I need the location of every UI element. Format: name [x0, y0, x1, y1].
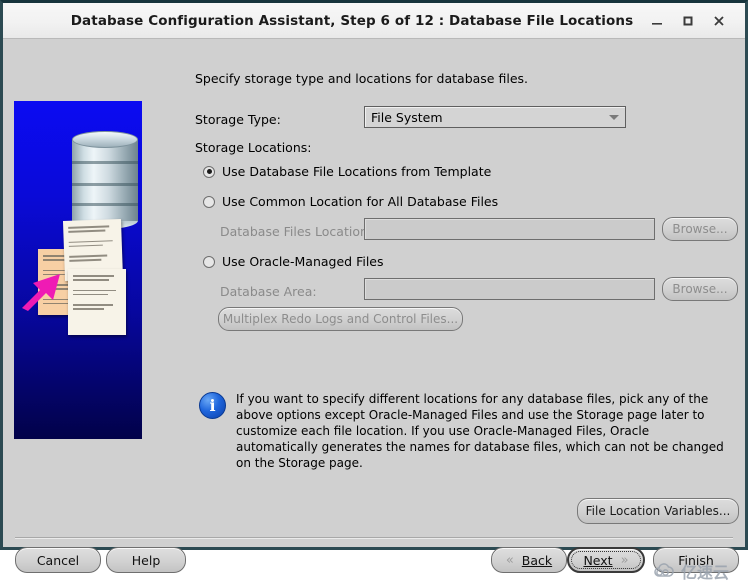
magenta-arrow-icon	[20, 268, 72, 312]
dialog-body: Specify storage type and locations for d…	[3, 39, 745, 582]
close-icon[interactable]	[703, 6, 734, 36]
database-area-label: Database Area:	[220, 284, 317, 299]
radio-button-common-location[interactable]	[203, 195, 215, 208]
database-area-input[interactable]	[364, 278, 655, 300]
maximize-icon[interactable]	[672, 6, 703, 36]
chevron-left-icon: «	[505, 552, 514, 568]
database-files-location-input[interactable]	[364, 218, 655, 240]
watermark-text: 亿速云	[681, 563, 730, 582]
footer-divider	[15, 537, 733, 539]
cloud-logo-icon	[654, 562, 674, 577]
watermark: 亿速云	[653, 559, 729, 583]
storage-type-value: File System	[371, 109, 443, 125]
info-icon: i	[199, 392, 226, 419]
file-location-variables-button[interactable]: File Location Variables...	[577, 498, 739, 524]
document-page-icon	[68, 269, 126, 335]
info-message: If you want to specify different locatio…	[236, 392, 724, 470]
storage-type-label: Storage Type:	[195, 112, 281, 127]
browse-button-database-area[interactable]: Browse...	[662, 277, 738, 301]
radio-label-template: Use Database File Locations from Templat…	[222, 164, 492, 179]
minimize-icon[interactable]	[641, 6, 672, 36]
chevron-right-icon: »	[620, 552, 629, 568]
instruction-text: Specify storage type and locations for d…	[195, 71, 528, 86]
storage-type-select[interactable]: File System	[364, 106, 626, 128]
radio-button-oracle-managed-files[interactable]	[203, 255, 215, 268]
database-files-location-label: Database Files Location:	[220, 224, 373, 239]
multiplex-redo-logs-button[interactable]: Multiplex Redo Logs and Control Files...	[218, 307, 463, 331]
browse-button-database-files[interactable]: Browse...	[662, 217, 738, 241]
database-cylinder-icon	[72, 131, 138, 229]
radio-option-common-location[interactable]: Use Common Location for All Database Fil…	[203, 194, 498, 209]
dialog-window: Database Configuration Assistant, Step 6…	[0, 0, 748, 582]
chevron-down-icon[interactable]	[603, 114, 625, 120]
help-button[interactable]: Help	[106, 547, 186, 573]
radio-label-oracle-managed-files: Use Oracle-Managed Files	[222, 254, 384, 269]
next-button[interactable]: Next »	[567, 547, 645, 573]
radio-button-template[interactable]	[203, 165, 215, 178]
radio-option-oracle-managed-files[interactable]: Use Oracle-Managed Files	[203, 254, 384, 269]
back-button-label: Back	[521, 552, 553, 568]
storage-locations-label: Storage Locations:	[195, 140, 312, 155]
window-controls	[641, 6, 745, 36]
wizard-banner-image	[14, 101, 142, 439]
title-bar: Database Configuration Assistant, Step 6…	[3, 3, 745, 39]
window-title: Database Configuration Assistant, Step 6…	[70, 12, 634, 29]
cancel-button[interactable]: Cancel	[15, 547, 101, 573]
back-button[interactable]: « Back	[491, 547, 567, 573]
radio-label-common-location: Use Common Location for All Database Fil…	[222, 194, 499, 209]
next-button-label: Next	[583, 552, 613, 568]
radio-option-template[interactable]: Use Database File Locations from Templat…	[203, 164, 491, 179]
